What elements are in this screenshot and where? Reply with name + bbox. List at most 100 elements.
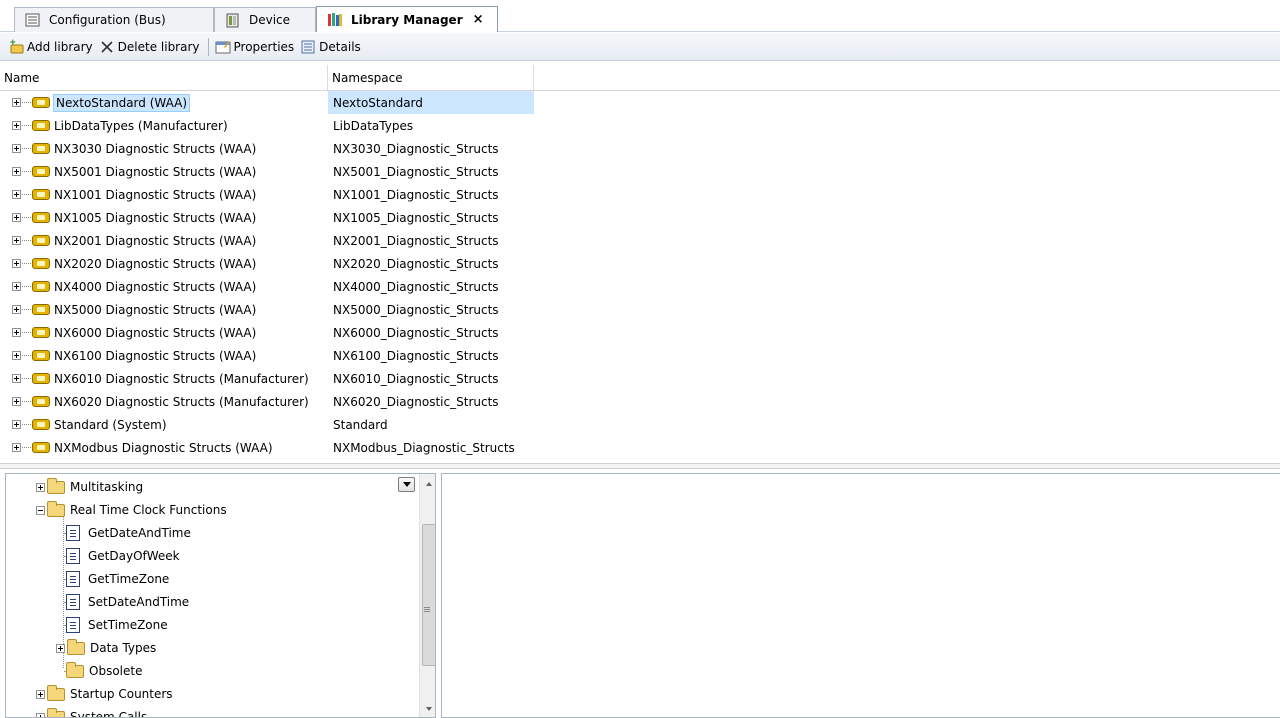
tree-connector [22,378,31,379]
config-bus-icon [25,13,41,28]
table-row[interactable]: NX4000 Diagnostic Structs (WAA) NX4000_Di… [0,275,1280,298]
cell-namespace: NextoStandard [328,91,534,114]
cell-library-name: NX4000 Diagnostic Structs (WAA) [0,275,328,298]
scroll-down-arrow-icon[interactable] [426,707,432,711]
tree-connector [22,194,31,195]
table-row[interactable]: NX5001 Diagnostic Structs (WAA) NX5001_Di… [0,160,1280,183]
close-icon[interactable]: × [473,12,484,27]
tree-vertical-scrollbar[interactable] [419,474,435,717]
expand-plus-icon[interactable] [12,259,21,268]
expand-plus-icon[interactable] [36,712,45,717]
tree-folder-item[interactable]: System Calls [36,706,147,717]
function-document-icon [66,594,80,610]
library-icon [32,304,50,315]
tree-folder-item[interactable]: Data Types [56,637,156,659]
cell-namespace: NX1001_Diagnostic_Structs [333,187,499,202]
library-icon [32,442,50,453]
cell-library-name: Standard (System) [0,413,328,436]
cell-library-name: NX6020 Diagnostic Structs (Manufacturer) [0,390,328,413]
tree-folder-item[interactable]: Obsolete [66,660,142,682]
column-header-namespace[interactable]: Namespace [328,65,534,90]
details-button[interactable]: Details [298,36,365,58]
properties-button[interactable]: Properties [213,36,299,58]
library-toolbar: Add library Delete library Properties De… [0,33,1280,61]
table-row[interactable]: NX5000 Diagnostic Structs (WAA) NX5000_Di… [0,298,1280,321]
expand-plus-icon[interactable] [12,144,21,153]
collapse-minus-icon[interactable] [36,505,45,515]
tree-function-item[interactable]: SetTimeZone [66,614,168,636]
folder-icon [47,500,65,517]
expand-plus-icon[interactable] [12,420,21,429]
tab-configuration-bus[interactable]: Configuration (Bus) [14,7,214,32]
scrollbar-thumb[interactable] [422,524,435,666]
folder-icon [66,661,84,678]
tab-library-manager[interactable]: Library Manager × [316,6,498,32]
expand-plus-icon[interactable] [12,397,21,406]
expand-plus-icon[interactable] [12,305,21,314]
table-row[interactable]: Standard (System) Standard [0,413,1280,436]
library-name-label: NX6010 Diagnostic Structs (Manufacturer) [54,371,309,386]
delete-x-icon [99,39,115,55]
expand-plus-icon[interactable] [36,689,45,699]
expand-plus-icon[interactable] [12,121,21,130]
expand-plus-icon[interactable] [12,282,21,291]
properties-label: Properties [233,39,295,54]
expand-plus-icon[interactable] [12,351,21,360]
library-icon [32,212,50,223]
details-icon [300,39,316,55]
table-row[interactable]: NX1001 Diagnostic Structs (WAA) NX1001_Di… [0,183,1280,206]
tree-function-item[interactable]: SetDateAndTime [66,591,189,613]
table-row[interactable]: NX1005 Diagnostic Structs (WAA) NX1005_Di… [0,206,1280,229]
function-document-icon [66,525,80,541]
toolbar-separator [207,37,209,56]
cell-library-name: NX5001 Diagnostic Structs (WAA) [0,160,328,183]
library-icon [32,120,50,131]
tab-label: Configuration (Bus) [49,13,166,27]
table-row[interactable]: NX6020 Diagnostic Structs (Manufacturer)… [0,390,1280,413]
folder-icon [47,684,65,701]
delete-library-button[interactable]: Delete library [97,36,204,58]
table-row[interactable]: NX3030 Diagnostic Structs (WAA) NX3030_Di… [0,137,1280,160]
table-row[interactable]: NX2020 Diagnostic Structs (WAA) NX2020_Di… [0,252,1280,275]
expand-plus-icon[interactable] [12,213,21,222]
tab-label: Library Manager [351,12,463,27]
expand-plus-icon[interactable] [56,643,65,653]
table-row[interactable]: NX6010 Diagnostic Structs (Manufacturer)… [0,367,1280,390]
horizontal-splitter[interactable] [0,463,1280,469]
expand-plus-icon[interactable] [12,374,21,383]
cell-library-name: NX3030 Diagnostic Structs (WAA) [0,137,328,160]
cell-library-name: NX6100 Diagnostic Structs (WAA) [0,344,328,367]
table-row[interactable]: NX6000 Diagnostic Structs (WAA) NX6000_Di… [0,321,1280,344]
library-icon [32,97,50,108]
table-row[interactable]: NXModbus Diagnostic Structs (WAA) NXModbu… [0,436,1280,459]
table-row[interactable]: LibDataTypes (Manufacturer) LibDataTypes [0,114,1280,137]
expand-plus-icon[interactable] [12,98,21,107]
expand-plus-icon[interactable] [36,482,45,492]
expand-plus-icon[interactable] [12,190,21,199]
library-icon [32,419,50,430]
library-icon [32,373,50,384]
library-icon [32,235,50,246]
tree-function-item[interactable]: GetTimeZone [66,568,169,590]
table-row[interactable]: NextoStandard (WAA) NextoStandard [0,91,1280,114]
tree-dropdown-button[interactable] [398,477,415,492]
scroll-up-arrow-icon[interactable] [426,482,432,486]
expand-plus-icon[interactable] [12,167,21,176]
cell-library-name: NX1001 Diagnostic Structs (WAA) [0,183,328,206]
add-library-button[interactable]: Add library [6,36,97,58]
tree-folder-item[interactable]: Real Time Clock Functions [36,499,227,521]
tree-item-label: SetTimeZone [88,618,168,632]
tab-device[interactable]: Device [214,7,316,32]
tree-folder-item[interactable]: Multitasking [36,476,143,498]
tree-function-item[interactable]: GetDayOfWeek [66,545,180,567]
tree-folder-item[interactable]: Startup Counters [36,683,173,705]
table-row[interactable]: NX6100 Diagnostic Structs (WAA) NX6100_Di… [0,344,1280,367]
tree-function-item[interactable]: GetDateAndTime [66,522,191,544]
table-row[interactable]: NX2001 Diagnostic Structs (WAA) NX2001_Di… [0,229,1280,252]
expand-plus-icon[interactable] [12,236,21,245]
expand-plus-icon[interactable] [12,443,21,452]
library-name-label: NX5001 Diagnostic Structs (WAA) [54,164,257,179]
tree-item-label: SetDateAndTime [88,595,190,609]
column-header-name[interactable]: Name [0,65,328,90]
expand-plus-icon[interactable] [12,328,21,337]
